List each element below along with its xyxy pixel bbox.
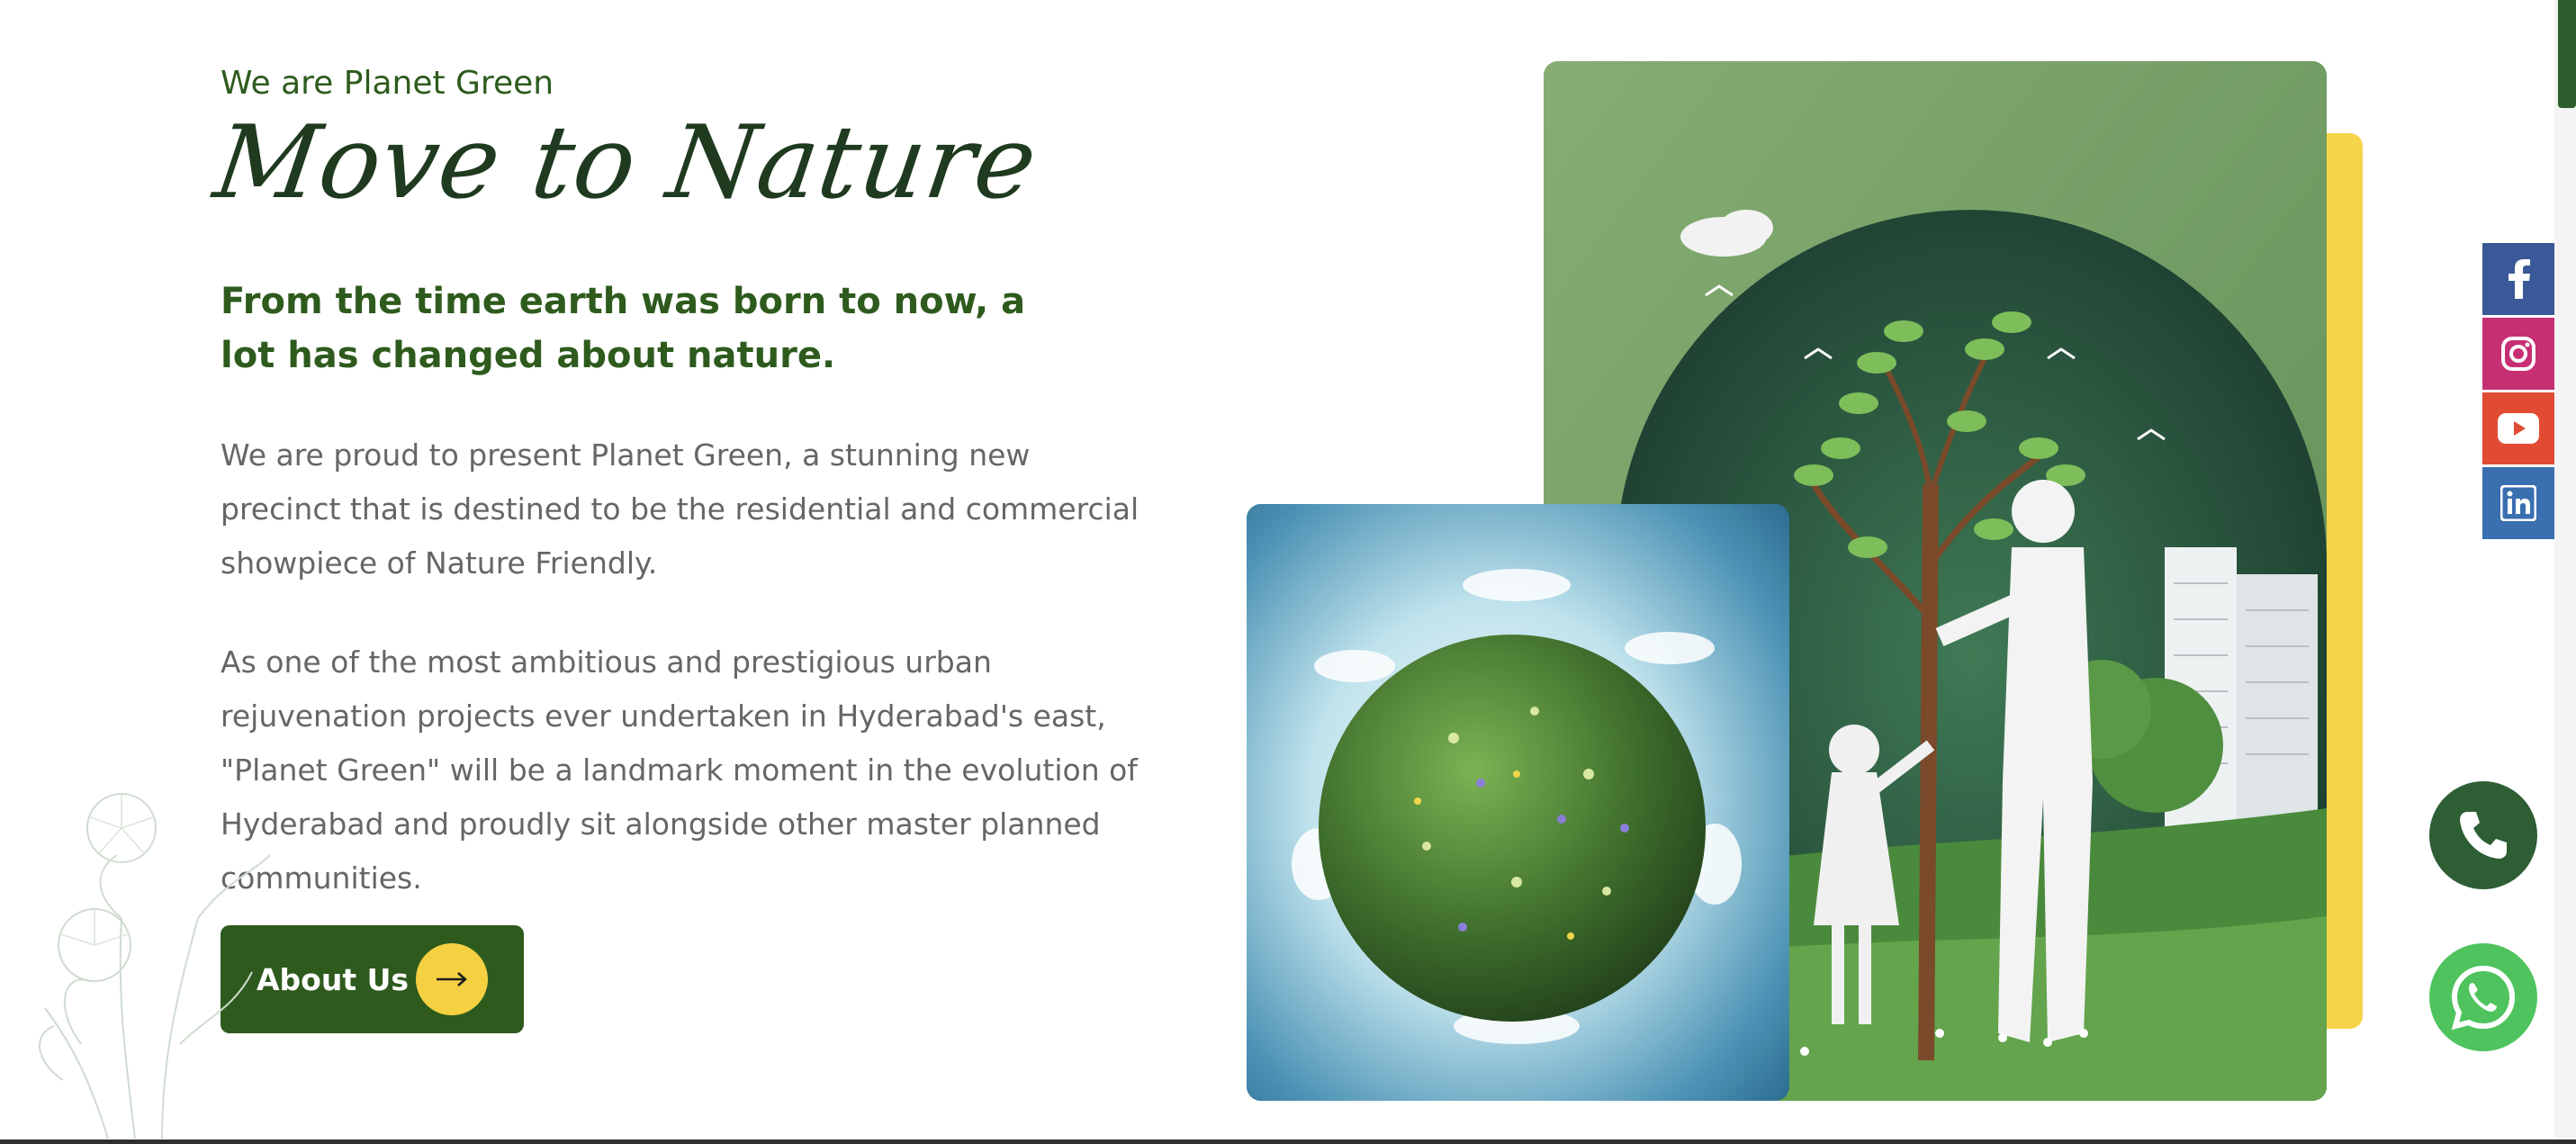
lead-heading: From the time earth was born to now, a l…	[221, 281, 1026, 376]
facebook-button[interactable]	[2482, 243, 2554, 315]
phone-icon	[2460, 812, 2507, 859]
facebook-icon	[2508, 259, 2530, 299]
script-title: Move to Nature	[207, 104, 1045, 221]
green-planet-image	[1247, 504, 1789, 1101]
linkedin-button[interactable]	[2482, 467, 2554, 539]
arrow-right-icon	[416, 943, 488, 1015]
youtube-icon	[2498, 413, 2539, 444]
linkedin-icon	[2500, 485, 2536, 521]
intro-paragraph-2: As one of the most ambitious and prestig…	[221, 644, 1138, 896]
scrollbar[interactable]	[2554, 0, 2576, 1139]
scrollbar-thumb[interactable]	[2558, 0, 2576, 108]
bottom-border	[0, 1139, 2576, 1144]
instagram-button[interactable]	[2482, 318, 2554, 390]
floral-decoration	[39, 793, 271, 1139]
youtube-button[interactable]	[2482, 392, 2554, 464]
call-button[interactable]	[2429, 781, 2537, 889]
eyebrow-text: We are Planet Green	[221, 65, 554, 102]
whatsapp-button[interactable]	[2429, 943, 2537, 1051]
intro-paragraph-1: We are proud to present Planet Green, a …	[221, 437, 1139, 581]
instagram-icon	[2501, 337, 2535, 371]
whatsapp-icon	[2451, 965, 2516, 1031]
